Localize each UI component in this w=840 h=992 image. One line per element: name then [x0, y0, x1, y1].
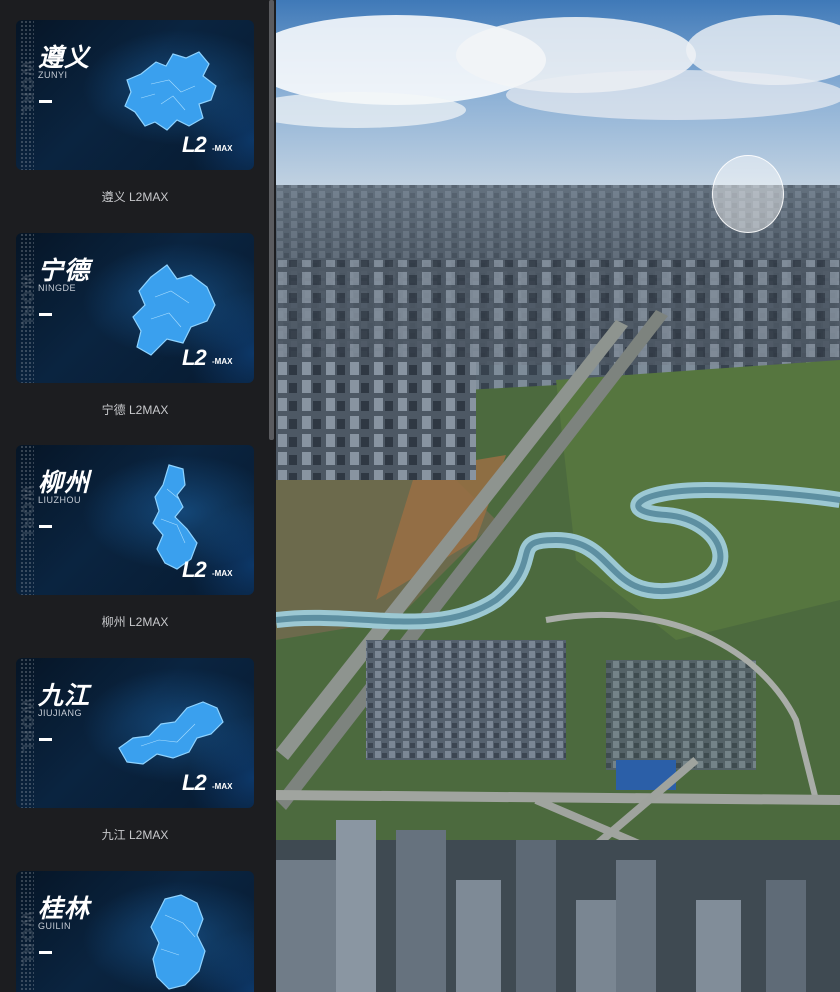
watermark-text: WORL: [18, 60, 36, 118]
sidebar-item-jiujiang[interactable]: WORL 九江 JIUJIANG L2 -MAX 九江 L2MAX: [14, 656, 256, 842]
level-suffix: -MAX: [212, 357, 233, 366]
thumbnail[interactable]: WORL 遵义 ZUNYI L2 -MAX: [16, 20, 254, 170]
liuzhou-map-icon: [152, 464, 198, 570]
watermark-text: WORL: [18, 485, 36, 543]
level-label: L2: [182, 132, 207, 157]
level-label: L2: [182, 770, 207, 795]
divider: [39, 525, 52, 528]
level-suffix: -MAX: [212, 144, 233, 153]
sidebar-item-zunyi[interactable]: WORL 遵义 ZUNYI L2 -MAX 遵义 L2MAX: [14, 18, 256, 204]
city-name: 宁德: [38, 257, 91, 285]
sidebar-item-liuzhou[interactable]: WORL 柳州 LIUZHOU L2 -MAX 柳州 L2MAX: [14, 443, 256, 629]
city-name-en: ZUNYI: [38, 70, 68, 80]
sidebar-item-ningde[interactable]: WORL 宁德 NINGDE L2 -MAX 宁德 L2MAX: [14, 231, 256, 417]
watermark-text: WORL: [18, 273, 36, 331]
sidebar-item-guilin[interactable]: WORL 桂林 GUILIN: [14, 869, 256, 992]
city-name: 遵义: [38, 44, 91, 72]
level-label: L2: [182, 345, 207, 370]
item-caption: 柳州 L2MAX: [101, 615, 169, 629]
divider: [39, 100, 52, 103]
thumbnail[interactable]: WORL 桂林 GUILIN: [16, 871, 254, 992]
divider: [39, 313, 52, 316]
divider: [39, 951, 52, 954]
city-name-en: LIUZHOU: [38, 495, 82, 505]
city-name: 九江: [38, 682, 91, 710]
watermark-text: WORL: [18, 698, 36, 756]
jiujiang-map-icon: [118, 701, 224, 765]
guilin-map-icon: [150, 894, 206, 990]
city-name-en: NINGDE: [38, 283, 77, 293]
thumbnail[interactable]: WORL 九江 JIUJIANG L2 -MAX: [16, 658, 254, 808]
item-caption: 宁德 L2MAX: [101, 403, 169, 417]
thumbnail[interactable]: WORL 宁德 NINGDE L2 -MAX: [16, 233, 254, 383]
city-name: 柳州: [38, 469, 91, 497]
divider: [39, 738, 52, 741]
aerial-city-view[interactable]: [276, 0, 840, 992]
level-suffix: -MAX: [212, 569, 233, 578]
watermark-text: WORL: [18, 911, 36, 969]
cursor-highlight-circle: [712, 155, 784, 233]
city-name: 桂林: [38, 895, 91, 923]
ningde-map-icon: [132, 264, 216, 356]
city-name-en: GUILIN: [38, 921, 72, 931]
item-caption: 九江 L2MAX: [101, 828, 169, 842]
sidebar: WORL 遵义 ZUNYI L2 -MAX 遵义 L2MAX WORL 宁德 N…: [0, 0, 276, 992]
item-caption: 遵义 L2MAX: [101, 190, 169, 204]
zunyi-map-icon: [124, 51, 217, 131]
level-label: L2: [182, 557, 207, 582]
city-name-en: JIUJIANG: [38, 708, 83, 718]
level-suffix: -MAX: [212, 782, 233, 791]
thumbnail[interactable]: WORL 柳州 LIUZHOU L2 -MAX: [16, 445, 254, 595]
scene-image: [276, 0, 840, 992]
sidebar-scrollbar[interactable]: [269, 0, 274, 440]
